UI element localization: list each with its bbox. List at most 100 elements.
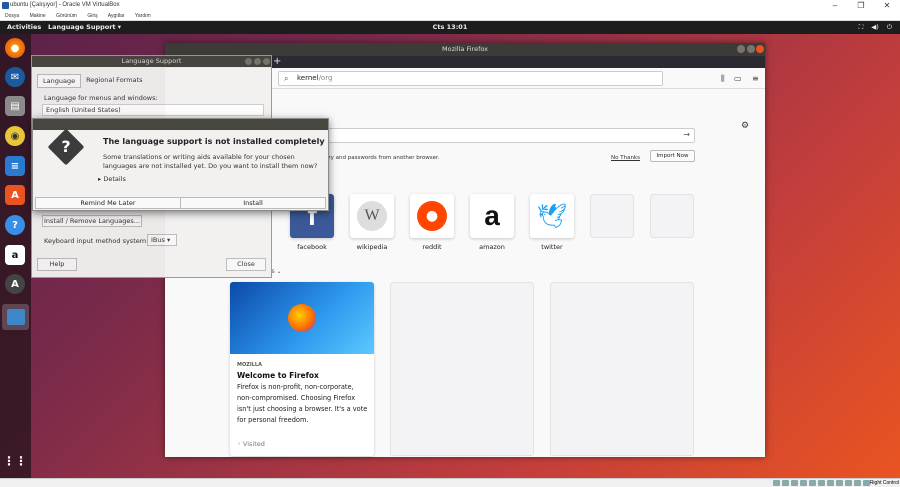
virtualbox-statusbar: Right Control [0, 478, 900, 487]
app-menu[interactable]: Language Support ▾ [48, 21, 121, 34]
usb-icon[interactable] [809, 480, 816, 486]
dialog-title: The language support is not installed co… [103, 137, 325, 146]
host-key-label: Right Control [869, 480, 899, 486]
window-title: ubuntu [Çalışıyor] - Oracle VM VirtualBo… [10, 2, 120, 8]
card-visited: ◦ Visited [237, 440, 265, 448]
install-dialog: ? The language support is not installed … [32, 118, 329, 211]
tile-amazon[interactable]: a [470, 194, 514, 238]
no-thanks-link[interactable]: No Thanks [611, 155, 640, 161]
close-button[interactable]: Close [226, 258, 266, 271]
recording-icon[interactable] [836, 480, 843, 486]
keyboard-input-select[interactable]: IBus ▾ [147, 234, 177, 246]
guest-desktop: Activities Language Support ▾ Cts 13:01 … [0, 21, 900, 478]
library-icon[interactable]: ⫼ [721, 74, 725, 84]
gnome-topbar: Activities Language Support ▾ Cts 13:01 … [0, 21, 900, 34]
ff-close-icon[interactable] [756, 45, 764, 53]
firefox-icon[interactable]: ● [5, 38, 25, 58]
optical-icon[interactable] [782, 480, 789, 486]
software-icon[interactable]: A [5, 185, 25, 205]
network-icon[interactable]: ⛶ [859, 21, 864, 34]
tile-wikipedia[interactable]: W [350, 194, 394, 238]
ls-minimize-icon[interactable] [245, 58, 252, 65]
show-applications-icon[interactable]: ⋮⋮ [3, 451, 27, 471]
menu-yardim[interactable]: Yardım [135, 13, 151, 19]
menu-giris[interactable]: Giriş [87, 13, 97, 19]
reddit-icon: ● [417, 201, 447, 231]
go-arrow-icon[interactable]: → [683, 130, 690, 139]
tile-label: reddit [422, 243, 442, 251]
tile-empty [650, 194, 694, 238]
network-status-icon[interactable] [800, 480, 807, 486]
virtualbox-icon [2, 2, 9, 9]
install-button[interactable]: Install [180, 198, 325, 208]
menu-icon[interactable]: ≡ [752, 74, 759, 83]
help-icon[interactable]: ? [5, 215, 25, 235]
import-now-button[interactable]: Import Now [650, 150, 695, 162]
dialog-message: Some translations or writing aids availa… [103, 153, 318, 170]
page-search-box[interactable]: → [275, 128, 695, 143]
ls-close-icon[interactable] [263, 58, 270, 65]
tab-regional-formats[interactable]: Regional Formats [81, 74, 147, 88]
thunderbird-icon[interactable]: ✉ [5, 67, 25, 87]
mouse-icon[interactable] [854, 480, 861, 486]
ls-maximize-icon[interactable] [254, 58, 261, 65]
dock: ● ✉ ▤ ◉ ≡ A ? a A ⋮⋮ [0, 34, 31, 478]
menus-language-label: Language for menus and windows: [44, 94, 158, 102]
clock[interactable]: Cts 13:01 [433, 21, 468, 34]
url-bar[interactable]: ⌕ kernel/org [278, 71, 663, 86]
new-tab-icon[interactable]: + [273, 56, 281, 68]
menu-aygitlar[interactable]: Aygıtlar [108, 13, 125, 19]
keyboard-input-label: Keyboard input method system: [44, 237, 149, 245]
url-typed: kernel [297, 74, 319, 82]
volume-icon[interactable]: ◀) [871, 21, 879, 34]
ff-maximize-icon[interactable] [747, 45, 755, 53]
close-icon[interactable]: ✕ [874, 0, 900, 11]
display-icon[interactable] [827, 480, 834, 486]
gear-icon[interactable]: ⚙ [741, 121, 749, 131]
remind-me-later-button[interactable]: Remind Me Later [36, 198, 180, 208]
ff-minimize-icon[interactable] [737, 45, 745, 53]
language-list-item[interactable]: English (United States) [42, 104, 264, 116]
rhythmbox-icon[interactable]: ◉ [5, 126, 25, 146]
status-icons [773, 480, 870, 486]
help-button[interactable]: Help [37, 258, 77, 271]
audio-icon[interactable] [791, 480, 798, 486]
menu-makine[interactable]: Makine [30, 13, 46, 19]
virtualbox-menubar: Dosya Makine Görünüm Giriş Aygıtlar Yard… [0, 11, 900, 21]
maximize-icon[interactable]: ❐ [848, 0, 874, 11]
highlight-card[interactable]: MOZILLA Welcome to Firefox Firefox is no… [230, 282, 374, 456]
menu-dosya[interactable]: Dosya [5, 13, 19, 19]
amazon-icon[interactable]: a [5, 245, 25, 265]
tile-label: twitter [541, 243, 563, 251]
wikipedia-icon: W [357, 201, 387, 231]
details-expander[interactable]: ▸ Details [98, 175, 126, 183]
sidebar-icon[interactable]: ▭ [734, 74, 742, 83]
minimize-icon[interactable]: – [822, 0, 848, 11]
firefox-logo-icon [288, 304, 316, 332]
power-icon[interactable]: ⏻ [887, 21, 892, 34]
tile-twitter[interactable]: 🕊 [530, 194, 574, 238]
firefox-title: Mozilla Firefox [442, 45, 488, 53]
dialog-titlebar [33, 119, 328, 130]
shared-folder-icon[interactable] [818, 480, 825, 486]
hdd-icon[interactable] [773, 480, 780, 486]
question-mark-glyph: ? [61, 137, 71, 156]
tile-empty [590, 194, 634, 238]
language-support-icon[interactable] [2, 304, 29, 330]
ls-tabs: Language Regional Formats [37, 74, 147, 88]
highlight-card-empty [550, 282, 694, 456]
menu-gorunum[interactable]: Görünüm [56, 13, 77, 19]
card-title: Welcome to Firefox [237, 371, 319, 380]
tab-language[interactable]: Language [37, 74, 82, 88]
files-icon[interactable]: ▤ [5, 96, 25, 116]
activities-button[interactable]: Activities [7, 21, 41, 34]
cpu-icon[interactable] [845, 480, 852, 486]
tile-label: amazon [479, 243, 505, 251]
writer-icon[interactable]: ≡ [5, 156, 25, 176]
software-updater-icon[interactable]: A [5, 274, 25, 294]
dialog-buttons: Remind Me Later Install [35, 197, 326, 209]
card-description: Firefox is non-profit, non-corporate, no… [237, 383, 368, 424]
import-banner-text: history and passwords from another brows… [315, 155, 440, 161]
tile-reddit[interactable]: ● [410, 194, 454, 238]
install-remove-languages-button[interactable]: Install / Remove Languages... [42, 215, 142, 227]
